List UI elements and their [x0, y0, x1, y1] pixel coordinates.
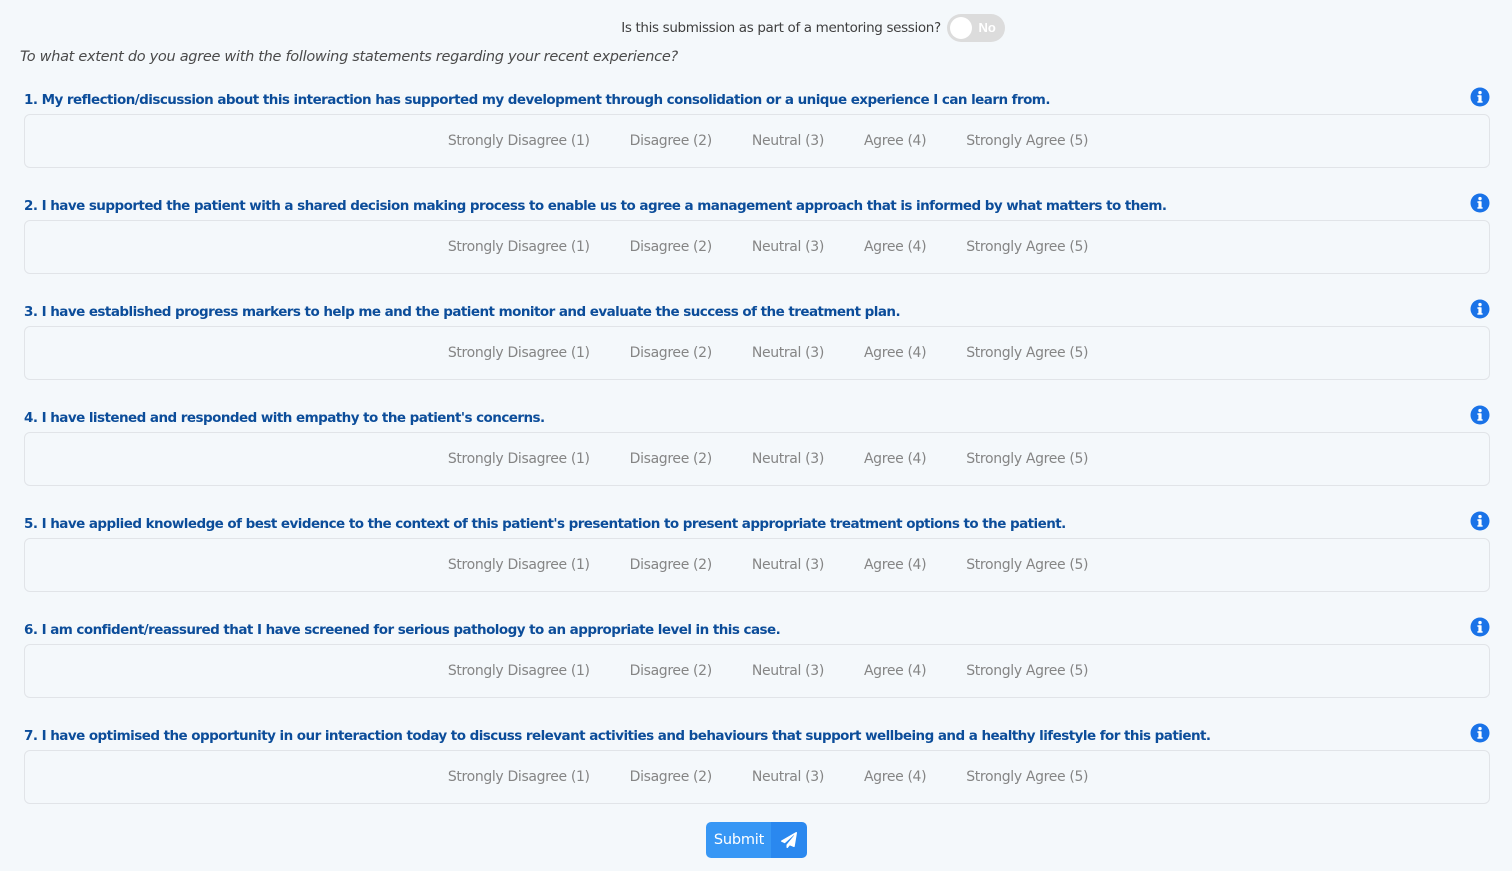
likert-option-3[interactable]: Neutral (3): [732, 765, 844, 789]
likert-option-1[interactable]: Strongly Disagree (1): [428, 341, 610, 365]
question-label: 6. I am confident/reassured that I have …: [24, 622, 781, 638]
likert-option-3[interactable]: Neutral (3): [732, 235, 844, 259]
submit-button-label: Submit: [706, 822, 771, 858]
question-item: 2. I have supported the patient with a s…: [24, 193, 1490, 274]
likert-option-4[interactable]: Agree (4): [844, 341, 946, 365]
likert-option-5[interactable]: Strongly Agree (5): [946, 341, 1108, 365]
likert-option-1[interactable]: Strongly Disagree (1): [428, 235, 610, 259]
likert-option-1[interactable]: Strongly Disagree (1): [428, 447, 610, 471]
likert-option-3[interactable]: Neutral (3): [732, 659, 844, 683]
likert-option-2[interactable]: Disagree (2): [610, 553, 732, 577]
likert-option-1[interactable]: Strongly Disagree (1): [428, 765, 610, 789]
info-icon[interactable]: [1470, 723, 1490, 743]
question-label: 2. I have supported the patient with a s…: [24, 198, 1167, 214]
likert-scale: Strongly Disagree (1) Disagree (2) Neutral…: [24, 538, 1490, 592]
info-icon[interactable]: [1470, 405, 1490, 425]
likert-option-4[interactable]: Agree (4): [844, 129, 946, 153]
likert-scale: Strongly Disagree (1) Disagree (2) Neutral…: [24, 114, 1490, 168]
question-item: 3. I have established progress markers t…: [24, 299, 1490, 380]
likert-option-4[interactable]: Agree (4): [844, 659, 946, 683]
likert-option-5[interactable]: Strongly Agree (5): [946, 129, 1108, 153]
info-icon[interactable]: [1470, 617, 1490, 637]
form-intro-text: To what extent do you agree with the fol…: [20, 49, 678, 65]
question-item: 6. I am confident/reassured that I have …: [24, 617, 1490, 698]
likert-scale: Strongly Disagree (1) Disagree (2) Neutral…: [24, 432, 1490, 486]
likert-option-1[interactable]: Strongly Disagree (1): [428, 129, 610, 153]
likert-option-3[interactable]: Neutral (3): [732, 447, 844, 471]
likert-scale: Strongly Disagree (1) Disagree (2) Neutral…: [24, 750, 1490, 804]
question-label: 1. My reflection/discussion about this i…: [24, 92, 1050, 108]
likert-option-5[interactable]: Strongly Agree (5): [946, 553, 1108, 577]
mentoring-session-row: Is this submission as part of a mentorin…: [0, 14, 1512, 42]
likert-options: Strongly Disagree (1) Disagree (2) Neutral…: [428, 659, 1108, 683]
likert-option-5[interactable]: Strongly Agree (5): [946, 235, 1108, 259]
question-item: 4. I have listened and responded with em…: [24, 405, 1490, 486]
likert-option-5[interactable]: Strongly Agree (5): [946, 447, 1108, 471]
likert-options: Strongly Disagree (1) Disagree (2) Neutral…: [428, 765, 1108, 789]
likert-option-5[interactable]: Strongly Agree (5): [946, 765, 1108, 789]
likert-option-1[interactable]: Strongly Disagree (1): [428, 553, 610, 577]
likert-option-4[interactable]: Agree (4): [844, 447, 946, 471]
question-label: 7. I have optimised the opportunity in o…: [24, 728, 1211, 744]
info-icon[interactable]: [1470, 299, 1490, 319]
info-icon[interactable]: [1470, 87, 1490, 107]
question-label: 5. I have applied knowledge of best evid…: [24, 516, 1066, 532]
feedback-form: Is this submission as part of a mentorin…: [0, 0, 1512, 871]
question-label: 3. I have established progress markers t…: [24, 304, 901, 320]
mentoring-session-toggle[interactable]: No: [946, 14, 1005, 42]
likert-option-3[interactable]: Neutral (3): [732, 553, 844, 577]
likert-option-5[interactable]: Strongly Agree (5): [946, 659, 1108, 683]
question-item: 5. I have applied knowledge of best evid…: [24, 511, 1490, 592]
likert-scale: Strongly Disagree (1) Disagree (2) Neutral…: [24, 326, 1490, 380]
likert-option-3[interactable]: Neutral (3): [732, 129, 844, 153]
likert-options: Strongly Disagree (1) Disagree (2) Neutral…: [428, 553, 1108, 577]
likert-option-2[interactable]: Disagree (2): [610, 129, 732, 153]
likert-options: Strongly Disagree (1) Disagree (2) Neutral…: [428, 341, 1108, 365]
question-item: 1. My reflection/discussion about this i…: [24, 87, 1490, 168]
likert-option-4[interactable]: Agree (4): [844, 553, 946, 577]
likert-options: Strongly Disagree (1) Disagree (2) Neutral…: [428, 447, 1108, 471]
likert-options: Strongly Disagree (1) Disagree (2) Neutral…: [428, 235, 1108, 259]
question-label: 4. I have listened and responded with em…: [24, 410, 545, 426]
likert-option-4[interactable]: Agree (4): [844, 235, 946, 259]
info-icon[interactable]: [1470, 511, 1490, 531]
likert-scale: Strongly Disagree (1) Disagree (2) Neutral…: [24, 644, 1490, 698]
info-icon[interactable]: [1470, 193, 1490, 213]
likert-option-2[interactable]: Disagree (2): [610, 765, 732, 789]
likert-option-2[interactable]: Disagree (2): [610, 341, 732, 365]
likert-option-2[interactable]: Disagree (2): [610, 235, 732, 259]
likert-scale: Strongly Disagree (1) Disagree (2) Neutral…: [24, 220, 1490, 274]
likert-option-1[interactable]: Strongly Disagree (1): [428, 659, 610, 683]
likert-option-2[interactable]: Disagree (2): [610, 659, 732, 683]
likert-option-4[interactable]: Agree (4): [844, 765, 946, 789]
toggle-knob: [949, 17, 972, 39]
toggle-state-text: No: [978, 20, 996, 35]
likert-options: Strongly Disagree (1) Disagree (2) Neutral…: [428, 129, 1108, 153]
question-item: 7. I have optimised the opportunity in o…: [24, 723, 1490, 804]
likert-option-3[interactable]: Neutral (3): [732, 341, 844, 365]
paper-plane-icon: [771, 822, 807, 858]
mentoring-session-label: Is this submission as part of a mentorin…: [621, 20, 941, 36]
submit-button[interactable]: Submit: [706, 822, 807, 858]
likert-option-2[interactable]: Disagree (2): [610, 447, 732, 471]
